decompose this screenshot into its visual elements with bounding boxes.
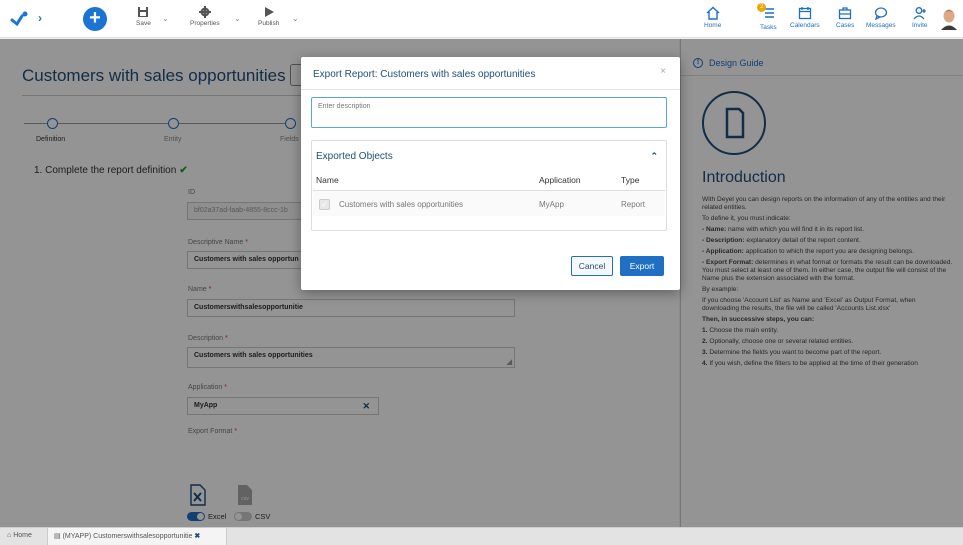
briefcase-icon xyxy=(839,7,852,20)
calendar-icon xyxy=(798,7,811,20)
add-user-icon xyxy=(913,7,926,20)
home-icon xyxy=(706,6,720,20)
export-report-dialog: Export Report: Customers with sales oppo… xyxy=(301,57,680,290)
publish-label: Publish xyxy=(258,20,280,27)
cases-label: Cases xyxy=(836,22,855,29)
description-input[interactable]: Enter description xyxy=(311,97,667,128)
row-name: Customers with sales opportunities xyxy=(339,200,464,209)
close-tab-icon[interactable]: ✖ xyxy=(194,533,200,540)
deyel-logo-icon[interactable] xyxy=(10,10,30,28)
add-button[interactable]: + xyxy=(83,7,107,31)
tasks-label: Tasks xyxy=(760,24,777,31)
report-tab-label: (MYAPP) Customerswithsalesopportunitie xyxy=(62,533,193,540)
messages-label: Messages xyxy=(866,22,896,29)
calendars-label: Calendars xyxy=(790,22,820,29)
publish-chevron-down-icon[interactable]: ⌄ xyxy=(292,14,299,23)
home-small-icon: ⌂ xyxy=(7,532,12,539)
column-header-name: Name xyxy=(316,175,339,185)
panel-title: Exported Objects xyxy=(316,151,393,162)
save-icon xyxy=(138,7,149,17)
messages-button[interactable]: Messages xyxy=(866,6,896,29)
row-type: Report xyxy=(621,200,646,209)
top-toolbar: › + Save ⌄ Properties ⌄ Publish ⌄ Home 2… xyxy=(0,0,963,38)
user-avatar[interactable] xyxy=(940,8,958,30)
dialog-divider xyxy=(301,89,680,90)
collapse-chevron-up-icon[interactable]: ⌃ xyxy=(650,151,658,162)
chat-bubble-icon xyxy=(874,7,887,20)
exported-objects-panel: Exported Objects ⌃ Name Application Type… xyxy=(311,140,667,231)
bottom-home-tab[interactable]: ⌂ Home xyxy=(7,532,32,539)
play-icon xyxy=(264,7,274,17)
publish-button[interactable]: Publish xyxy=(258,6,279,27)
cases-button[interactable]: Cases xyxy=(836,6,854,29)
column-header-application: Application xyxy=(539,175,581,185)
column-header-type: Type xyxy=(621,175,640,185)
report-tab[interactable]: ▤ (MYAPP) Customerswithsalesopportunitie… xyxy=(47,528,227,545)
save-chevron-down-icon[interactable]: ⌄ xyxy=(162,14,169,23)
invite-label: Invite xyxy=(912,22,928,29)
bottom-tabs-bar: ⌂ Home ▤ (MYAPP) Customerswithsalesoppor… xyxy=(0,527,963,545)
home-button[interactable]: Home xyxy=(704,6,721,29)
save-button[interactable]: Save xyxy=(136,6,151,27)
export-button[interactable]: Export xyxy=(620,256,664,276)
chevron-right-icon[interactable]: › xyxy=(38,11,42,25)
row-application: MyApp xyxy=(539,200,564,209)
report-tab-icon: ▤ xyxy=(54,533,61,540)
properties-label: Properties xyxy=(190,20,220,27)
home-label: Home xyxy=(704,22,722,29)
properties-chevron-down-icon[interactable]: ⌄ xyxy=(234,14,241,23)
gear-icon xyxy=(198,6,211,18)
invite-button[interactable]: Invite xyxy=(912,6,928,29)
row-checkbox[interactable]: ✓ xyxy=(319,199,330,210)
properties-button[interactable]: Properties xyxy=(190,6,220,27)
tasks-button[interactable]: 2 Tasks xyxy=(757,3,777,31)
close-icon[interactable]: × xyxy=(660,66,666,77)
save-label: Save xyxy=(136,20,151,27)
dialog-title: Export Report: Customers with sales oppo… xyxy=(313,69,536,80)
cancel-button[interactable]: Cancel xyxy=(571,256,613,276)
calendars-button[interactable]: Calendars xyxy=(790,6,820,29)
